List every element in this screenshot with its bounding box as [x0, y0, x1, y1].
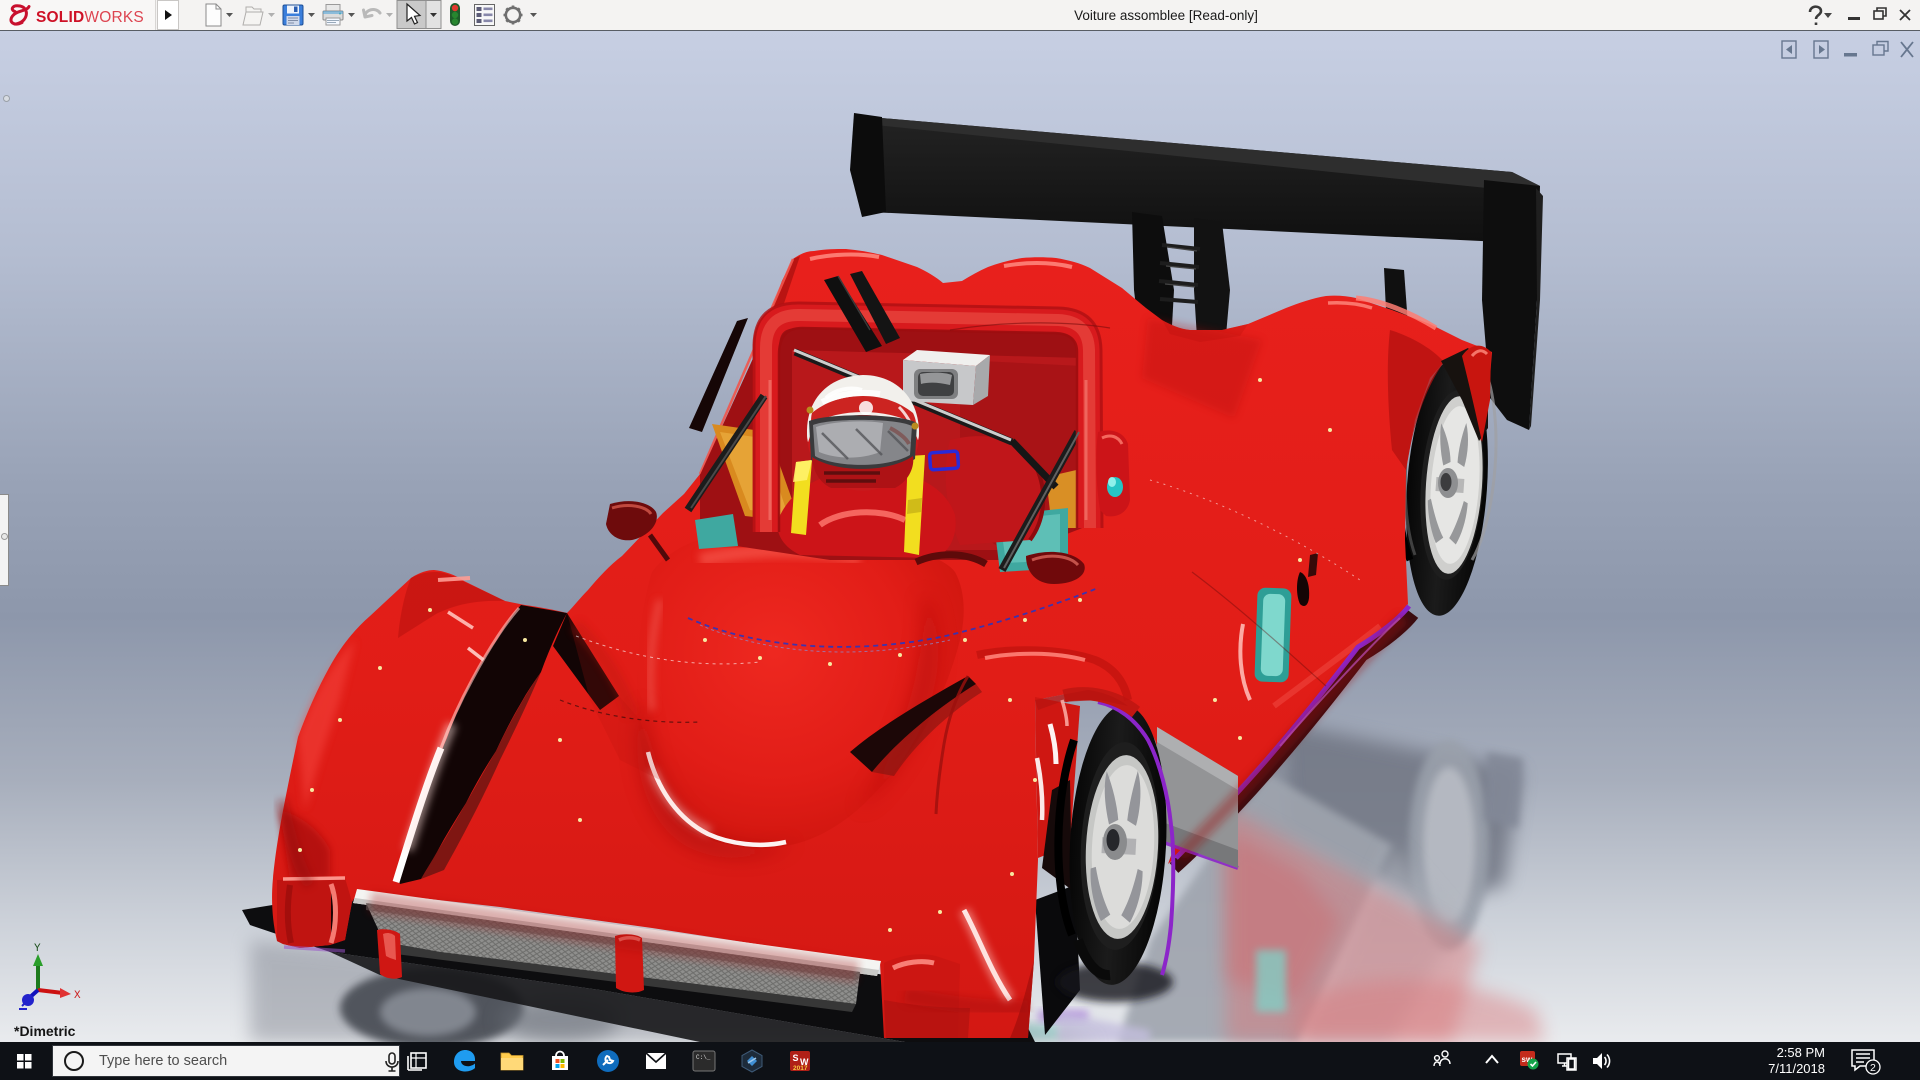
svg-text:2: 2	[1870, 1062, 1876, 1074]
svg-text:S: S	[793, 1053, 799, 1063]
svg-text:SOLIDWORKS: SOLIDWORKS	[36, 9, 144, 26]
svg-text:Y: Y	[34, 943, 41, 955]
svg-text:X: X	[74, 990, 81, 1002]
svg-text:C:\_: C:\_	[696, 1054, 711, 1061]
svg-text:2017: 2017	[793, 1065, 808, 1072]
